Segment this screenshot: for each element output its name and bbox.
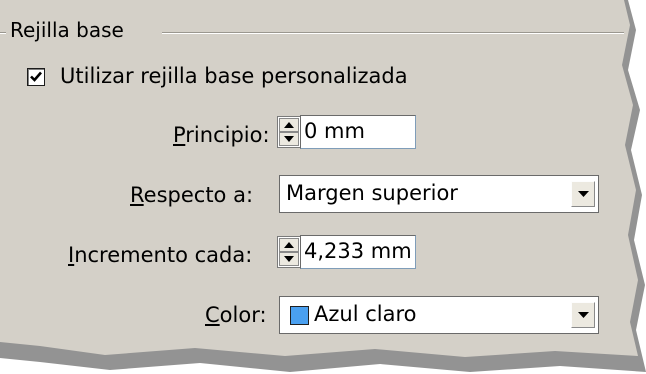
start-increment-button[interactable] bbox=[279, 118, 299, 132]
arrow-down-icon bbox=[284, 136, 294, 142]
color-dropdown[interactable]: Azul claro bbox=[279, 296, 599, 334]
start-spinner[interactable] bbox=[277, 116, 301, 148]
increment-label-text: ncremento cada: bbox=[74, 243, 253, 267]
relative-to-label-text: especto a: bbox=[143, 183, 254, 207]
increment-label: Incremento cada: bbox=[68, 243, 252, 267]
start-label-accelerator: P bbox=[173, 123, 186, 147]
increment-input[interactable]: 4,233 mm bbox=[300, 235, 416, 269]
custom-grid-checkbox[interactable] bbox=[27, 68, 45, 86]
relative-to-value: Margen superior bbox=[286, 181, 458, 205]
arrow-up-icon bbox=[284, 242, 294, 248]
relative-to-dropdown-button[interactable] bbox=[571, 181, 595, 207]
relative-to-label: Respecto a: bbox=[130, 183, 253, 207]
increment-decrement-button[interactable] bbox=[279, 252, 299, 266]
relative-to-dropdown[interactable]: Margen superior bbox=[279, 175, 599, 213]
arrow-down-icon bbox=[284, 256, 294, 262]
arrow-up-icon bbox=[284, 122, 294, 128]
start-decrement-button[interactable] bbox=[279, 132, 299, 146]
color-label-accelerator: C bbox=[205, 303, 220, 327]
increment-value: 4,233 mm bbox=[304, 239, 412, 263]
color-dropdown-button[interactable] bbox=[571, 302, 595, 328]
color-label-text: olor: bbox=[219, 303, 267, 327]
group-divider-right bbox=[162, 32, 624, 34]
group-title: Rejilla base bbox=[10, 18, 124, 42]
start-label: Principio: bbox=[173, 123, 270, 147]
color-value: Azul claro bbox=[314, 302, 417, 326]
custom-grid-label: Utilizar rejilla base personalizada bbox=[60, 64, 408, 88]
increment-increment-button[interactable] bbox=[279, 238, 299, 252]
color-label: Color: bbox=[205, 303, 267, 327]
start-value: 0 mm bbox=[304, 119, 365, 143]
checkmark-icon bbox=[30, 71, 42, 82]
relative-to-label-accelerator: R bbox=[130, 183, 144, 207]
start-input[interactable]: 0 mm bbox=[300, 115, 416, 149]
start-label-text: rincipio: bbox=[185, 123, 270, 147]
chevron-down-icon bbox=[578, 191, 589, 197]
group-divider-left bbox=[0, 32, 6, 34]
chevron-down-icon bbox=[578, 312, 589, 318]
increment-spinner[interactable] bbox=[277, 236, 301, 268]
color-swatch bbox=[290, 306, 309, 325]
